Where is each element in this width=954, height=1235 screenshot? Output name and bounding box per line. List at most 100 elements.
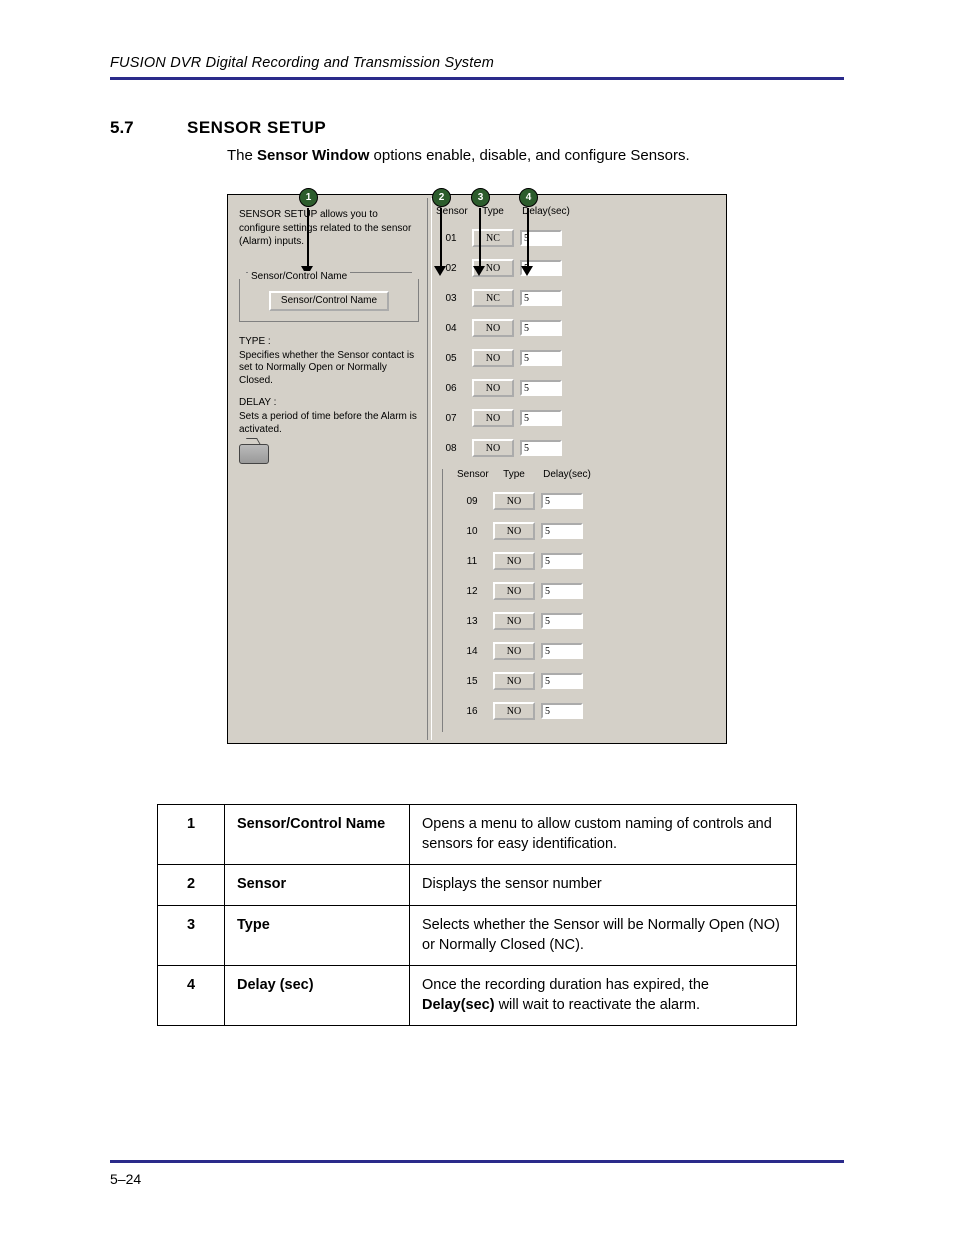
ref-term: Type — [225, 905, 410, 965]
sensor-delay-input[interactable] — [520, 380, 562, 396]
sensor-delay-input[interactable] — [541, 583, 583, 599]
sensor-number: 11 — [457, 556, 487, 567]
sensor-number: 12 — [457, 586, 487, 597]
header-rule — [110, 77, 844, 80]
sensor-type-button[interactable]: NO — [493, 702, 535, 720]
sensor-type-button[interactable]: NO — [493, 552, 535, 570]
callout-arrow-4-head — [521, 266, 533, 276]
sensor-row: 05 NO — [436, 349, 600, 367]
sensor-delay-input[interactable] — [541, 673, 583, 689]
callout-arrow-3-head — [473, 266, 485, 276]
sensor-number: 04 — [436, 323, 466, 334]
sensor-row: 07 NO — [436, 409, 600, 427]
section-number: 5.7 — [110, 118, 165, 138]
sensor-type-button[interactable]: NO — [472, 409, 514, 427]
sensor-delay-input[interactable] — [541, 493, 583, 509]
sensor-type-button[interactable]: NO — [472, 349, 514, 367]
sensor-row: 12 NO — [457, 582, 621, 600]
sensor-number: 16 — [457, 706, 487, 717]
callout-arrow-1-stem — [307, 208, 309, 268]
ref-index: 2 — [158, 865, 225, 906]
sensor-type-button[interactable]: NO — [493, 612, 535, 630]
delay-heading: DELAY : — [239, 397, 419, 408]
sensor-type-button[interactable]: NO — [472, 319, 514, 337]
sensor-type-button[interactable]: NO — [493, 642, 535, 660]
ref-desc: Once the recording duration has expired,… — [410, 966, 797, 1026]
panel-caption: SENSOR SETUP allows you to configure set… — [239, 208, 419, 249]
sensor-type-button[interactable]: NO — [493, 582, 535, 600]
sensor-delay-input[interactable] — [541, 703, 583, 719]
sensor-delay-input[interactable] — [541, 643, 583, 659]
col-header-type: Type — [493, 469, 535, 480]
table-row: 3 Type Selects whether the Sensor will b… — [158, 905, 797, 965]
keyboard-icon — [239, 444, 269, 464]
callout-arrow-3-stem — [479, 208, 481, 268]
sensor-number: 08 — [436, 443, 466, 454]
sensor-delay-input[interactable] — [520, 290, 562, 306]
callout-arrow-2-head — [434, 266, 446, 276]
ref-term: Sensor/Control Name — [225, 805, 410, 865]
col-header-sensor: Sensor — [457, 469, 487, 480]
sensor-column-left: Sensor Type Delay(sec) 01NC02NO03NC04NO0… — [436, 206, 600, 469]
sensor-delay-input[interactable] — [520, 320, 562, 336]
sensor-columns: Sensor Type Delay(sec) 01NC02NO03NC04NO0… — [432, 198, 723, 740]
sensor-delay-input[interactable] — [541, 613, 583, 629]
sensor-row: 10 NO — [457, 522, 621, 540]
sensor-number: 10 — [457, 526, 487, 537]
sensor-row: 14 NO — [457, 642, 621, 660]
delay-body: Sets a period of time before the Alarm i… — [239, 411, 419, 436]
sensor-row: 15 NO — [457, 672, 621, 690]
table-row: 2 Sensor Displays the sensor number — [158, 865, 797, 906]
group-legend: Sensor/Control Name — [248, 271, 350, 282]
sensor-number: 15 — [457, 676, 487, 687]
col-header-delay: Delay(sec) — [541, 469, 593, 480]
sensor-type-button[interactable]: NO — [493, 492, 535, 510]
ref-term: Sensor — [225, 865, 410, 906]
ref-index: 4 — [158, 966, 225, 1026]
callout-arrow-2-stem — [440, 208, 442, 268]
sensor-number: 06 — [436, 383, 466, 394]
sensor-type-button[interactable]: NO — [472, 379, 514, 397]
sensor-control-name-button[interactable]: Sensor/Control Name — [269, 291, 389, 311]
sensor-delay-input[interactable] — [520, 440, 562, 456]
sensor-setup-panel: SENSOR SETUP allows you to configure set… — [227, 194, 727, 744]
ref-index: 3 — [158, 905, 225, 965]
ref-desc: Displays the sensor number — [410, 865, 797, 906]
section-intro: The Sensor Window options enable, disabl… — [227, 146, 844, 166]
sensor-number: 13 — [457, 616, 487, 627]
sensor-row: 02NO — [436, 259, 600, 277]
sensor-row: 01NC — [436, 229, 600, 247]
sensor-delay-input[interactable] — [541, 523, 583, 539]
ref-term: Delay (sec) — [225, 966, 410, 1026]
sensor-delay-input[interactable] — [541, 553, 583, 569]
footer-rule — [110, 1160, 844, 1163]
screenshot-figure: 1 2 3 4 SENSOR SETUP allows you to confi… — [227, 194, 727, 744]
sensor-delay-input[interactable] — [520, 350, 562, 366]
intro-bold: Sensor Window — [257, 147, 369, 164]
sensor-delay-input[interactable] — [520, 410, 562, 426]
sensor-row: 13 NO — [457, 612, 621, 630]
ref-desc-post: will wait to reactivate the alarm. — [495, 997, 701, 1013]
sensor-type-button[interactable]: NO — [493, 522, 535, 540]
sensor-row: 08 NO — [436, 439, 600, 457]
table-row: 1 Sensor/Control Name Opens a menu to al… — [158, 805, 797, 865]
ref-desc-bold: Delay(sec) — [422, 997, 495, 1013]
sensor-number: 05 — [436, 353, 466, 364]
sensor-row: 03NC — [436, 289, 600, 307]
column-header-row: Sensor Type Delay(sec) — [436, 206, 600, 217]
sensor-type-button[interactable]: NO — [472, 439, 514, 457]
sensor-number: 07 — [436, 413, 466, 424]
sensor-type-button[interactable]: NO — [493, 672, 535, 690]
sensor-control-name-group: Sensor/Control Name Sensor/Control Name — [239, 279, 419, 322]
section-title: SENSOR SETUP — [187, 118, 326, 138]
sensor-row: 16 NO — [457, 702, 621, 720]
sensor-number: 14 — [457, 646, 487, 657]
table-row: 4 Delay (sec) Once the recording duratio… — [158, 966, 797, 1026]
sensor-type-button[interactable]: NC — [472, 289, 514, 307]
running-header: FUSION DVR Digital Recording and Transmi… — [110, 55, 844, 71]
sensor-row: 04 NO — [436, 319, 600, 337]
sensor-column-right: Sensor Type Delay(sec) 09NO10NO11NO12NO1… — [442, 469, 621, 732]
ref-desc: Selects whether the Sensor will be Norma… — [410, 905, 797, 965]
ref-desc: Opens a menu to allow custom naming of c… — [410, 805, 797, 865]
reference-table: 1 Sensor/Control Name Opens a menu to al… — [157, 804, 797, 1026]
